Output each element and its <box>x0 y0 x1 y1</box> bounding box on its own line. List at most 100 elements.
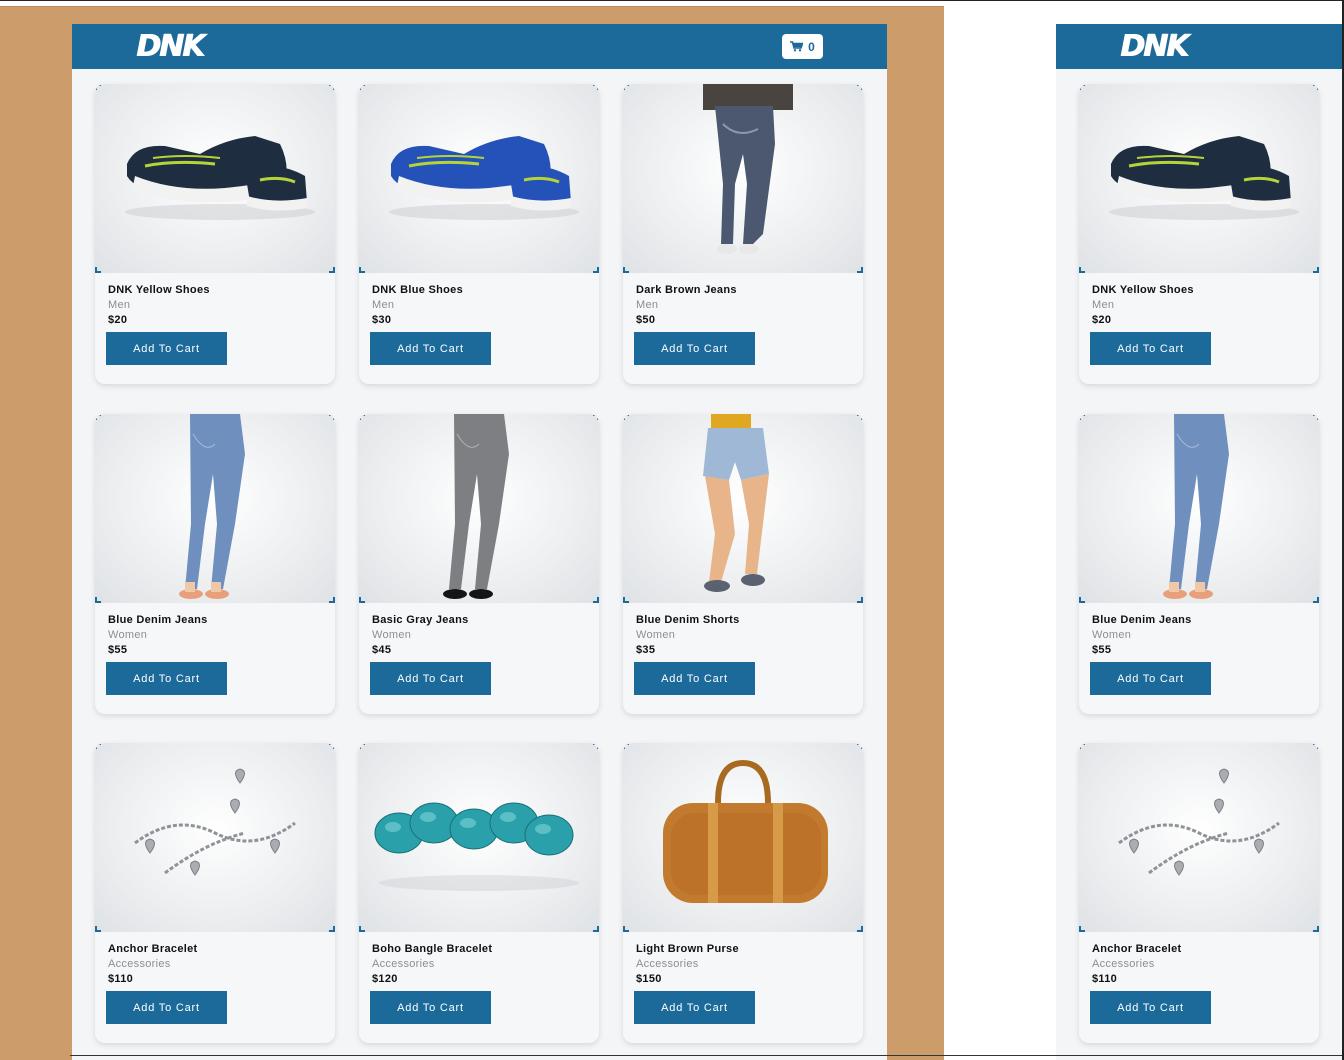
top-border <box>0 0 1344 1</box>
corner-accent <box>1313 267 1319 273</box>
product-name[interactable]: DNK Blue Shoes <box>372 284 463 296</box>
product-image[interactable] <box>1079 743 1319 932</box>
mobile-brand-logo[interactable]: DNK <box>1120 29 1189 64</box>
product-card[interactable]: Blue Denim Shorts Women $35 Add To Cart <box>623 414 863 714</box>
product-category: Men <box>372 299 395 311</box>
product-card[interactable]: Boho Bangle Bracelet Accessories $120 Ad… <box>359 743 599 1043</box>
sneaker-blue-icon <box>389 136 579 220</box>
product-category: Accessories <box>636 958 699 970</box>
product-image[interactable] <box>95 414 335 603</box>
product-name[interactable]: Dark Brown Jeans <box>636 284 737 296</box>
product-card[interactable]: Basic Gray Jeans Women $45 Add To Cart <box>359 414 599 714</box>
product-name[interactable]: Light Brown Purse <box>636 943 739 955</box>
corner-accent <box>857 84 863 90</box>
product-category: Men <box>1092 299 1115 311</box>
corner-accent <box>623 414 629 420</box>
corner-accent <box>1079 597 1085 603</box>
product-name[interactable]: Blue Denim Jeans <box>1092 614 1192 626</box>
add-to-cart-button[interactable]: Add To Cart <box>634 332 755 365</box>
sneaker-yellow-icon <box>1109 136 1299 220</box>
corner-accent <box>593 597 599 603</box>
product-category: Women <box>372 629 412 641</box>
add-to-cart-button[interactable]: Add To Cart <box>1090 991 1211 1024</box>
corner-accent <box>359 926 365 932</box>
product-image[interactable] <box>359 84 599 273</box>
product-category: Women <box>108 629 148 641</box>
corner-accent <box>329 414 335 420</box>
corner-accent <box>95 597 101 603</box>
product-name[interactable]: Blue Denim Shorts <box>636 614 740 626</box>
corner-accent <box>95 926 101 932</box>
product-card[interactable]: Blue Denim Jeans Women $55 Add To Cart <box>95 414 335 714</box>
product-image[interactable] <box>1079 414 1319 603</box>
product-price: $30 <box>372 314 392 326</box>
product-name[interactable]: DNK Yellow Shoes <box>1092 284 1194 296</box>
cart-count: 0 <box>808 39 815 54</box>
corner-accent <box>1313 597 1319 603</box>
womens-blue-jeans-icon <box>179 414 245 599</box>
womens-blue-jeans-icon <box>1163 414 1229 599</box>
product-image[interactable] <box>623 743 863 932</box>
product-card[interactable]: Dark Brown Jeans Men $50 Add To Cart <box>623 84 863 384</box>
add-to-cart-button[interactable]: Add To Cart <box>634 991 755 1024</box>
corner-accent <box>623 743 629 749</box>
corner-accent <box>329 84 335 90</box>
add-to-cart-button[interactable]: Add To Cart <box>1090 662 1211 695</box>
corner-accent <box>1079 926 1085 932</box>
add-to-cart-button[interactable]: Add To Cart <box>370 991 491 1024</box>
brand-logo[interactable]: DNK <box>136 29 205 64</box>
product-name[interactable]: Basic Gray Jeans <box>372 614 469 626</box>
product-card[interactable]: Blue Denim Jeans Women $55 Add To Cart <box>1079 414 1319 714</box>
corner-accent <box>1313 743 1319 749</box>
product-image[interactable] <box>623 414 863 603</box>
corner-accent <box>1313 414 1319 420</box>
product-image[interactable] <box>95 84 335 273</box>
corner-accent <box>1313 926 1319 932</box>
add-to-cart-button[interactable]: Add To Cart <box>106 662 227 695</box>
product-name[interactable]: Anchor Bracelet <box>108 943 197 955</box>
add-to-cart-button[interactable]: Add To Cart <box>370 332 491 365</box>
corner-accent <box>329 597 335 603</box>
product-card[interactable]: Light Brown Purse Accessories $150 Add T… <box>623 743 863 1043</box>
add-to-cart-button[interactable]: Add To Cart <box>370 662 491 695</box>
product-price: $110 <box>108 973 134 985</box>
corner-accent <box>95 267 101 273</box>
product-card[interactable]: DNK Yellow Shoes Men $20 Add To Cart <box>1079 84 1319 384</box>
product-name[interactable]: DNK Yellow Shoes <box>108 284 210 296</box>
sneaker-yellow-icon <box>125 136 315 220</box>
corner-accent <box>857 926 863 932</box>
product-name[interactable]: Boho Bangle Bracelet <box>372 943 492 955</box>
corner-accent <box>95 414 101 420</box>
corner-accent <box>593 743 599 749</box>
product-image[interactable] <box>95 743 335 932</box>
product-price: $50 <box>636 314 656 326</box>
add-to-cart-button[interactable]: Add To Cart <box>1090 332 1211 365</box>
turquoise-bangle-icon <box>374 802 579 891</box>
mens-jeans-icon <box>703 84 793 254</box>
add-to-cart-button[interactable]: Add To Cart <box>634 662 755 695</box>
product-card[interactable]: DNK Blue Shoes Men $30 Add To Cart <box>359 84 599 384</box>
corner-accent <box>857 597 863 603</box>
corner-accent <box>359 597 365 603</box>
corner-accent <box>359 743 365 749</box>
corner-accent <box>857 267 863 273</box>
womens-gray-jeans-icon <box>443 414 509 599</box>
product-name[interactable]: Blue Denim Jeans <box>108 614 208 626</box>
corner-accent <box>95 84 101 90</box>
add-to-cart-button[interactable]: Add To Cart <box>106 991 227 1024</box>
corner-accent <box>1079 414 1085 420</box>
product-price: $120 <box>372 973 398 985</box>
product-card[interactable]: Anchor Bracelet Accessories $110 Add To … <box>1079 743 1319 1043</box>
corner-accent <box>329 743 335 749</box>
product-card[interactable]: Anchor Bracelet Accessories $110 Add To … <box>95 743 335 1043</box>
product-name[interactable]: Anchor Bracelet <box>1092 943 1181 955</box>
product-price: $20 <box>1092 314 1112 326</box>
product-image[interactable] <box>1079 84 1319 273</box>
add-to-cart-button[interactable]: Add To Cart <box>106 332 227 365</box>
product-image[interactable] <box>359 414 599 603</box>
cart-button[interactable]: 0 <box>782 34 823 59</box>
product-image[interactable] <box>623 84 863 273</box>
product-card[interactable]: DNK Yellow Shoes Men $20 Add To Cart <box>95 84 335 384</box>
shopping-cart-icon <box>790 41 804 52</box>
product-image[interactable] <box>359 743 599 932</box>
